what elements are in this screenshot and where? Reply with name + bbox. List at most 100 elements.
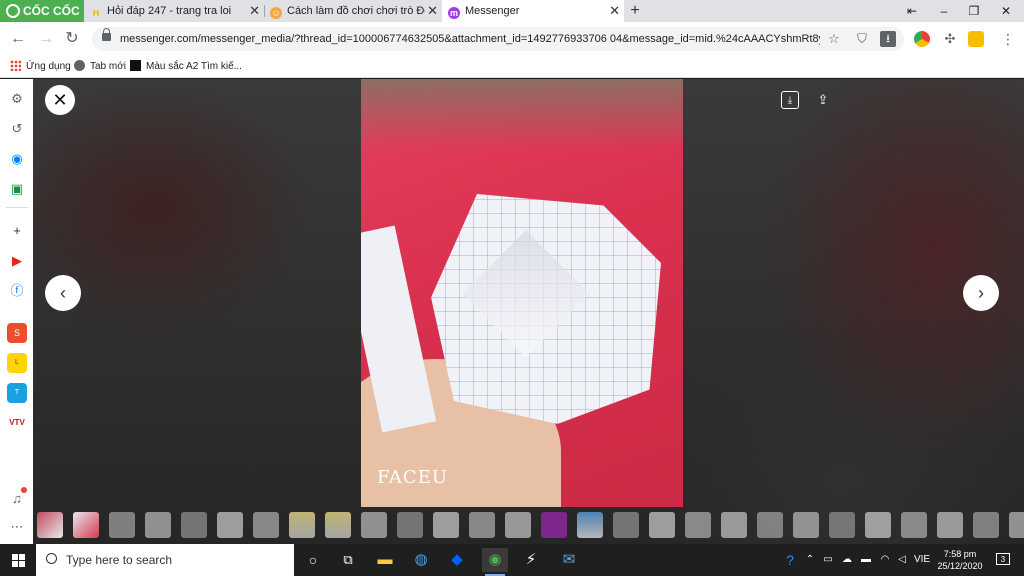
tiki-icon[interactable]: T bbox=[7, 383, 27, 403]
thumbnail[interactable] bbox=[793, 512, 819, 538]
windows-start-icon[interactable] bbox=[0, 544, 36, 576]
thumbnail[interactable] bbox=[145, 512, 171, 538]
bookmark-new-tab[interactable]: Tab mới bbox=[74, 56, 126, 78]
thumbnail[interactable] bbox=[397, 512, 423, 538]
volume-mute-icon[interactable]: ◁ bbox=[894, 544, 910, 576]
thumbnail[interactable] bbox=[469, 512, 495, 538]
task-view-icon[interactable]: ⧉ bbox=[335, 548, 361, 572]
minimize-button[interactable]: – bbox=[928, 0, 960, 22]
lock-icon[interactable] bbox=[102, 28, 111, 41]
new-tab-button[interactable]: + bbox=[627, 0, 643, 22]
more-options-icon[interactable]: ⋯ bbox=[7, 517, 27, 537]
coccoc-menu-button[interactable]: CỐC CỐC bbox=[0, 0, 84, 22]
viewed-photo[interactable]: FACEU bbox=[361, 79, 683, 507]
thumbnail[interactable] bbox=[361, 512, 387, 538]
thumbnail[interactable] bbox=[721, 512, 747, 538]
shield-icon[interactable]: ⛉ bbox=[854, 31, 870, 47]
tab-title: Hỏi đáp 247 - trang tra loi bbox=[107, 5, 232, 17]
back-icon[interactable]: ← bbox=[8, 29, 28, 49]
help-icon[interactable]: ? bbox=[780, 544, 800, 576]
previous-photo-button[interactable]: ‹ bbox=[45, 275, 81, 311]
edge-icon[interactable]: ◍ bbox=[408, 548, 434, 572]
thumbnail[interactable] bbox=[1009, 512, 1024, 538]
apps-grid-icon bbox=[10, 60, 21, 71]
language-indicator[interactable]: VIE bbox=[912, 544, 932, 576]
tray-app-icon[interactable]: ▭ bbox=[820, 544, 836, 576]
notification-dot bbox=[21, 487, 27, 493]
thumbnail[interactable] bbox=[649, 512, 675, 538]
download-icon[interactable]: ⭳ bbox=[880, 31, 896, 47]
hoidap-favicon-icon: H bbox=[92, 8, 100, 18]
bolt-app-icon[interactable]: ⚡ bbox=[518, 548, 544, 572]
taskbar-search-box[interactable]: Type here to search bbox=[36, 544, 294, 576]
thumbnail[interactable] bbox=[109, 512, 135, 538]
thumbnail[interactable] bbox=[181, 512, 207, 538]
coccoc-extension-icon[interactable] bbox=[914, 31, 930, 47]
add-shortcut-icon[interactable]: + bbox=[7, 221, 27, 241]
battery-icon[interactable]: ▬ bbox=[858, 544, 874, 576]
address-bar[interactable]: messenger.com/messenger_media/?thread_id… bbox=[92, 27, 904, 51]
thumbnail[interactable] bbox=[217, 512, 243, 538]
thumbnail[interactable] bbox=[541, 512, 567, 538]
url-text[interactable]: messenger.com/messenger_media/?thread_id… bbox=[120, 27, 820, 51]
thumbnail[interactable] bbox=[37, 512, 63, 538]
mail-icon[interactable]: ✉ bbox=[556, 548, 582, 572]
weather-cloud-icon[interactable]: ☁ bbox=[838, 544, 856, 576]
file-explorer-icon[interactable]: ▬ bbox=[372, 548, 398, 572]
thumbnail[interactable] bbox=[685, 512, 711, 538]
download-photo-icon[interactable]: ⤓ bbox=[781, 91, 799, 109]
thumbnail[interactable] bbox=[289, 512, 315, 538]
lazada-icon[interactable]: L bbox=[7, 353, 27, 373]
thumbnail[interactable] bbox=[937, 512, 963, 538]
coccoc-taskbar-icon[interactable]: ◉ bbox=[482, 548, 508, 576]
facebook-icon[interactable]: ⓕ bbox=[7, 281, 27, 301]
thumbnail[interactable] bbox=[613, 512, 639, 538]
vtv-icon[interactable]: VTV bbox=[7, 413, 27, 433]
browser-menu-icon[interactable]: ⋮ bbox=[1000, 30, 1016, 48]
puzzle-extension-icon[interactable]: ✣ bbox=[942, 31, 958, 47]
taskbar-clock[interactable]: 7:58 pm 25/12/2020 bbox=[935, 548, 985, 572]
youtube-icon[interactable]: ▶ bbox=[7, 251, 27, 271]
settings-gear-icon[interactable]: ⚙ bbox=[7, 89, 27, 109]
reload-icon[interactable]: ↻ bbox=[62, 29, 82, 49]
thumbnail[interactable] bbox=[973, 512, 999, 538]
thumbnail[interactable] bbox=[505, 512, 531, 538]
dropbox-icon[interactable]: ◆ bbox=[444, 548, 470, 572]
bookmark-black-icon bbox=[130, 60, 141, 71]
history-icon[interactable]: ↺ bbox=[7, 119, 27, 139]
thumbnail[interactable] bbox=[829, 512, 855, 538]
messenger-icon[interactable]: ◉ bbox=[7, 149, 27, 169]
share-icon[interactable]: ⇪ bbox=[814, 91, 832, 109]
action-center-icon[interactable]: 3 bbox=[990, 544, 1016, 576]
bookmark-apps[interactable]: Ứng dụng bbox=[10, 56, 71, 78]
close-window-button[interactable]: ✕ bbox=[990, 0, 1022, 22]
bookmark-mau-sac[interactable]: Màu sắc A2 Tìm kiế... bbox=[130, 56, 242, 78]
next-photo-button[interactable]: › bbox=[963, 275, 999, 311]
thumbnail[interactable] bbox=[757, 512, 783, 538]
thumbnail[interactable] bbox=[865, 512, 891, 538]
tab-hoidap[interactable]: H Hỏi đáp 247 - trang tra loi ✕ bbox=[84, 0, 264, 22]
tab-close-icon[interactable]: ✕ bbox=[427, 0, 438, 22]
tab-close-icon[interactable]: ✕ bbox=[249, 0, 260, 22]
tab-search-button[interactable]: ⇤ bbox=[896, 0, 928, 22]
wifi-icon[interactable]: ◠ bbox=[876, 544, 894, 576]
extension-badge-icon[interactable] bbox=[968, 31, 984, 47]
restore-button[interactable]: ❐ bbox=[958, 0, 990, 22]
thumbnail[interactable] bbox=[901, 512, 927, 538]
cortana-icon[interactable]: ○ bbox=[300, 548, 326, 572]
star-icon[interactable]: ☆ bbox=[826, 31, 842, 47]
tab-close-icon[interactable]: ✕ bbox=[609, 0, 620, 22]
thumbnail[interactable] bbox=[325, 512, 351, 538]
close-viewer-button[interactable]: ✕ bbox=[45, 85, 75, 115]
tab-messenger[interactable]: m Messenger ✕ bbox=[442, 0, 624, 22]
tab-title: Messenger bbox=[465, 5, 520, 17]
thumbnail[interactable] bbox=[577, 512, 603, 538]
gamepad-icon[interactable]: ▣ bbox=[7, 179, 27, 199]
forward-icon[interactable]: → bbox=[36, 29, 56, 49]
tab-cach-lam-do-choi[interactable]: ☺ Cách làm đồ chơi chơi trò Đô ✕ bbox=[264, 0, 442, 22]
thumbnail[interactable] bbox=[73, 512, 99, 538]
tray-chevron-icon[interactable]: ⌃ bbox=[802, 544, 818, 576]
shopee-icon[interactable]: S bbox=[7, 323, 27, 343]
thumbnail[interactable] bbox=[253, 512, 279, 538]
thumbnail[interactable] bbox=[433, 512, 459, 538]
